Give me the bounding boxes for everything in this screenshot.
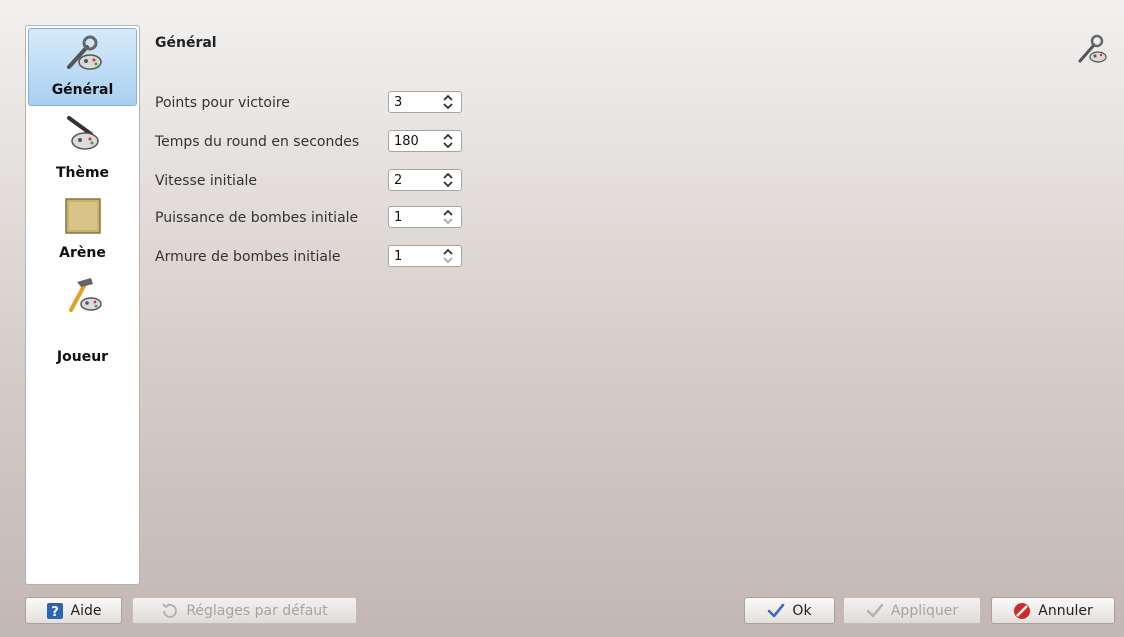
speed-spinbox[interactable]: 2: [388, 169, 462, 191]
spin-arrows-icon[interactable]: [441, 93, 455, 111]
setting-label: Temps du round en secondes: [155, 134, 360, 150]
setting-label: Points pour victoire: [155, 95, 290, 111]
brush-gamepad-icon: [66, 116, 99, 150]
apply-button-label: Appliquer: [890, 602, 959, 619]
spinbox-value: 180: [394, 134, 419, 149]
spin-arrows-icon[interactable]: [441, 208, 455, 226]
checkmark-icon: [768, 603, 785, 617]
bomb-armor-spinbox[interactable]: 1: [388, 245, 462, 267]
sidebar-item-label: Arène: [59, 245, 106, 261]
checkmark-icon: [866, 603, 884, 617]
sidebar: Général Thème Arène Joueur: [25, 25, 140, 585]
points-spinbox[interactable]: 3: [388, 91, 462, 113]
reset-icon: [162, 602, 178, 618]
arena-tile-icon: [64, 198, 101, 234]
sidebar-item-label: Joueur: [56, 349, 109, 365]
ok-button-label: Ok: [792, 602, 812, 619]
spin-arrows-icon[interactable]: [441, 171, 455, 189]
spin-arrows-icon[interactable]: [441, 247, 455, 265]
round-time-spinbox[interactable]: 180: [388, 130, 462, 152]
wrench-gamepad-icon: [66, 35, 102, 70]
help-icon: ?: [46, 602, 63, 620]
sidebar-item-label: Général: [51, 82, 114, 98]
sidebar-item-theme[interactable]: Thème: [28, 108, 137, 184]
hammer-gamepad-icon: [68, 278, 102, 312]
help-button[interactable]: ? Aide: [25, 597, 122, 624]
spin-arrows-icon[interactable]: [441, 132, 455, 150]
defaults-button-label: Réglages par défaut: [186, 602, 328, 619]
cancel-button[interactable]: Annuler: [991, 597, 1115, 624]
defaults-button[interactable]: Réglages par défaut: [132, 597, 357, 624]
ok-button[interactable]: Ok: [744, 597, 835, 624]
bomb-power-spinbox[interactable]: 1: [388, 206, 462, 228]
setting-label: Armure de bombes initiale: [155, 249, 341, 265]
apply-button[interactable]: Appliquer: [843, 597, 981, 624]
wrench-gamepad-icon: [1078, 34, 1107, 63]
sidebar-item-label: Thème: [55, 165, 110, 181]
spinbox-value: 3: [394, 95, 403, 110]
sidebar-item-arena[interactable]: Arène: [28, 188, 137, 264]
svg-text:?: ?: [51, 605, 59, 620]
sidebar-item-general[interactable]: Général: [28, 28, 137, 106]
spinbox-value: 1: [394, 249, 403, 264]
setting-label: Vitesse initiale: [155, 173, 258, 189]
help-button-label: Aide: [70, 602, 102, 619]
spinbox-value: 2: [394, 173, 403, 188]
setting-label: Puissance de bombes initiale: [155, 210, 359, 226]
cancel-icon: [1014, 602, 1031, 619]
sidebar-item-player[interactable]: Joueur: [28, 268, 137, 365]
page-title: Général: [155, 35, 217, 51]
spinbox-value: 1: [394, 210, 403, 225]
cancel-button-label: Annuler: [1038, 602, 1093, 619]
